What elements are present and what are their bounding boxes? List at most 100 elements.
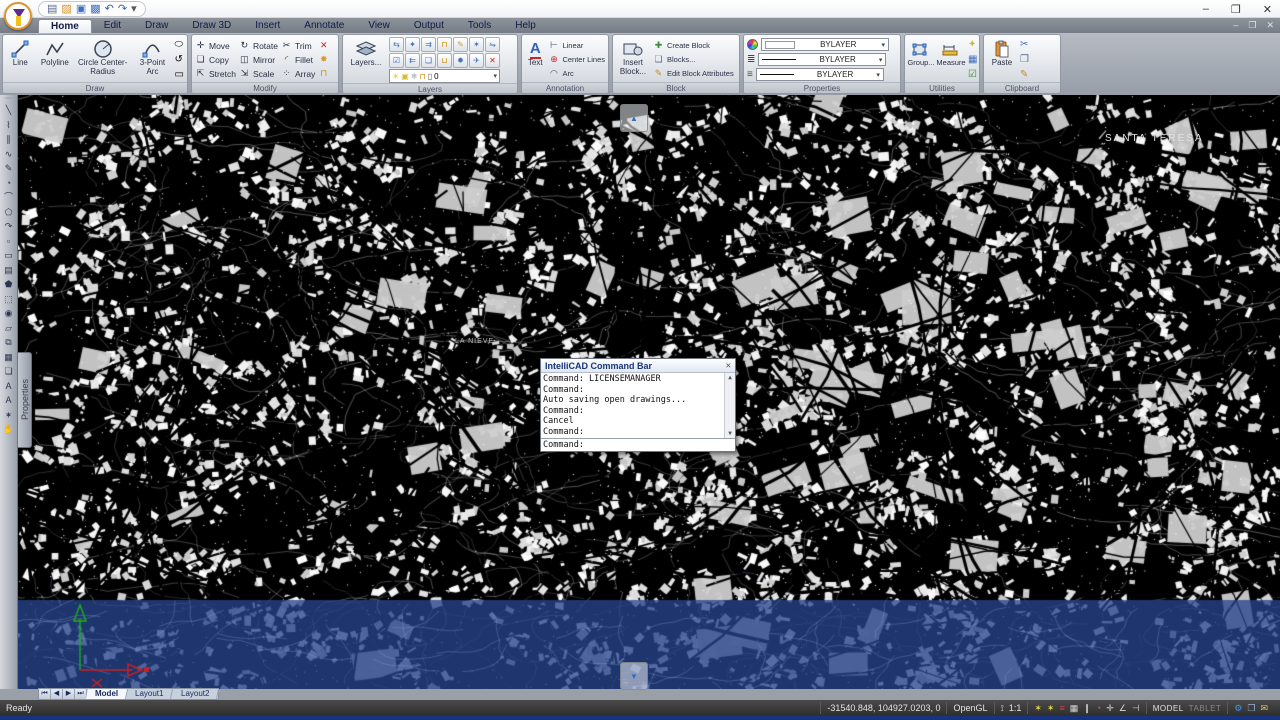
command-input[interactable]: Command: — [541, 438, 735, 451]
group-button[interactable]: Group... — [908, 37, 934, 82]
sheet-tab[interactable]: Model — [86, 689, 128, 699]
scroll-down-arrow-icon[interactable]: ▼ — [728, 430, 732, 437]
annotation-button[interactable]: ⊢Linear — [548, 39, 605, 52]
ribbon-tab[interactable]: Draw 3D — [180, 19, 243, 33]
status-toggle-icon[interactable]: ⊣ — [1132, 702, 1140, 714]
scroll-up-arrow-icon[interactable]: ▲ — [728, 374, 732, 381]
lineweight-dropdown[interactable]: BYLAYER ▾ — [758, 53, 886, 66]
clipboard-tool-icon[interactable]: ❐ — [1020, 53, 1029, 66]
close-icon[interactable]: ✕ — [726, 361, 731, 371]
quick-access-icon[interactable]: ▩ — [90, 4, 100, 15]
tablet-button[interactable]: TABLET — [1189, 704, 1222, 713]
annotation-button[interactable]: ⊕Center Lines — [548, 53, 605, 66]
layer-dropdown[interactable]: ☀▣❄⊓▯ 0 ▾ — [389, 69, 500, 83]
text-button[interactable]: A Text — [525, 37, 545, 82]
left-tool-icon[interactable]: ▱ — [1, 321, 16, 336]
ribbon-tab[interactable]: Output — [402, 19, 456, 33]
insert-block-button[interactable]: Insert Block... — [616, 37, 650, 82]
ribbon-tab[interactable]: View — [356, 19, 402, 33]
left-tool-icon[interactable]: ▭ — [1, 248, 16, 263]
draw-side-tool-icon[interactable]: ▭ — [175, 68, 184, 81]
mdi-close-button[interactable]: ✕ — [1266, 20, 1274, 31]
left-tool-icon[interactable]: ⌒ — [1, 190, 16, 205]
left-tool-icon[interactable]: ⬟ — [1, 277, 16, 292]
utility-tool-icon[interactable]: ✦ — [968, 38, 977, 51]
restore-button[interactable]: ❐ — [1231, 3, 1241, 16]
quick-access-icon[interactable]: ↷ — [118, 4, 127, 15]
draw-side-tool-icon[interactable]: ↺ — [175, 53, 184, 66]
left-tool-icon[interactable]: ⧉ — [1, 335, 16, 350]
layer-tool-button[interactable]: ☑ — [389, 53, 404, 68]
modify-tool-button[interactable]: ✕ — [318, 39, 329, 52]
layer-tool-button[interactable]: ✶ — [469, 37, 484, 52]
ribbon-tab[interactable]: Draw — [133, 19, 180, 33]
left-tool-icon[interactable]: A — [1, 393, 16, 408]
mdi-restore-button[interactable]: ❐ — [1248, 20, 1256, 31]
left-tool-icon[interactable]: ▦ — [1, 350, 16, 365]
draw-panel-label[interactable]: Draw — [3, 82, 187, 93]
quick-access-icon[interactable]: ▤ — [47, 4, 57, 15]
layer-tool-button[interactable]: ❏ — [421, 53, 436, 68]
layer-tool-button[interactable]: ✎ — [453, 37, 468, 52]
left-tool-icon[interactable]: ✋ — [1, 422, 16, 437]
left-tool-icon[interactable]: ∥ — [1, 132, 16, 147]
tab-nav-button[interactable]: ⏮ — [39, 689, 51, 699]
ribbon-tab[interactable]: Home — [38, 19, 92, 33]
modify-button[interactable]: ◜Fillet — [281, 53, 315, 66]
model-space-button[interactable]: MODEL — [1153, 704, 1184, 713]
minimize-button[interactable]: – — [1203, 3, 1209, 15]
left-tool-icon[interactable]: ∿ — [1, 147, 16, 162]
left-tool-icon[interactable]: ▫ — [1, 234, 16, 249]
layer-tool-button[interactable]: ✹ — [453, 53, 468, 68]
block-button[interactable]: ❏Blocks... — [653, 53, 734, 66]
sheet-tab[interactable]: Layout2 — [172, 689, 220, 699]
layer-tool-button[interactable]: ✈ — [469, 53, 484, 68]
layer-tool-button[interactable]: ⊔ — [437, 53, 452, 68]
scroll-up-widget[interactable]: ▲ — [620, 104, 648, 132]
layer-tool-button[interactable]: ⇇ — [405, 53, 420, 68]
paste-button[interactable]: Paste — [987, 37, 1017, 82]
layer-tool-button[interactable]: ✕ — [485, 53, 500, 68]
tab-nav-button[interactable]: ◀ — [51, 689, 63, 699]
block-button[interactable]: ✚Create Block — [653, 39, 734, 52]
status-toggle-icon[interactable]: ∠ — [1119, 702, 1127, 714]
quick-access-icon[interactable]: ▾ — [131, 4, 137, 15]
polyline-button[interactable]: Polyline — [38, 37, 72, 82]
application-menu-button[interactable] — [4, 2, 32, 30]
circle-center-radius-button[interactable]: Circle Center-Radius — [75, 37, 130, 82]
measure-button[interactable]: Measure — [937, 37, 965, 82]
properties-panel-label[interactable]: Properties — [744, 82, 900, 93]
modify-button[interactable]: ⇱Stretch — [195, 67, 236, 80]
ribbon-tab[interactable]: Edit — [92, 19, 133, 33]
status-toggle-icon[interactable]: ❙ — [1083, 702, 1091, 714]
left-tool-icon[interactable]: ❏ — [1, 364, 16, 379]
layer-tool-button[interactable]: ⇋ — [485, 37, 500, 52]
clipboard-tool-icon[interactable]: ✂ — [1020, 38, 1029, 51]
linetype-dropdown[interactable]: BYLAYER ▾ — [756, 68, 884, 81]
block-panel-label[interactable]: Block — [613, 82, 739, 93]
annotation-panel-label[interactable]: Annotation — [522, 82, 608, 93]
status-toggle-icon[interactable]: ✶ — [1047, 702, 1055, 714]
left-tool-icon[interactable]: ✶ — [1, 408, 16, 423]
scroll-down-widget[interactable]: ▼ — [620, 662, 648, 690]
modify-button[interactable]: ⁘Array — [281, 67, 315, 80]
status-toggle-icon[interactable]: ▦ — [1070, 702, 1079, 714]
ribbon-tab[interactable]: Annotate — [292, 19, 356, 33]
layers-panel-label[interactable]: Layers — [343, 83, 517, 94]
command-scrollbar[interactable]: ▲ ▼ — [724, 373, 735, 438]
ribbon-tab[interactable]: Tools — [456, 19, 503, 33]
left-tool-icon[interactable]: ╲ — [1, 103, 16, 118]
modify-button[interactable]: ✛Move — [195, 39, 236, 52]
line-button[interactable]: Line — [6, 37, 35, 82]
three-point-arc-button[interactable]: 3-Point Arc — [133, 37, 171, 82]
quick-access-icon[interactable]: ▣ — [76, 4, 86, 15]
status-toggle-icon[interactable]: ≡ — [1059, 702, 1064, 714]
modify-button[interactable]: ✂Trim — [281, 39, 315, 52]
utilities-panel-label[interactable]: Utilities — [905, 82, 979, 93]
left-tool-icon[interactable]: ⬚ — [1, 292, 16, 307]
layer-tool-button[interactable]: ⊓ — [437, 37, 452, 52]
sheet-tab[interactable]: Layout1 — [126, 689, 174, 699]
left-tool-icon[interactable]: ✎ — [1, 161, 16, 176]
status-toggle-icon[interactable]: ◔ — [1096, 702, 1101, 714]
layer-tool-button[interactable]: ⇆ — [389, 37, 404, 52]
